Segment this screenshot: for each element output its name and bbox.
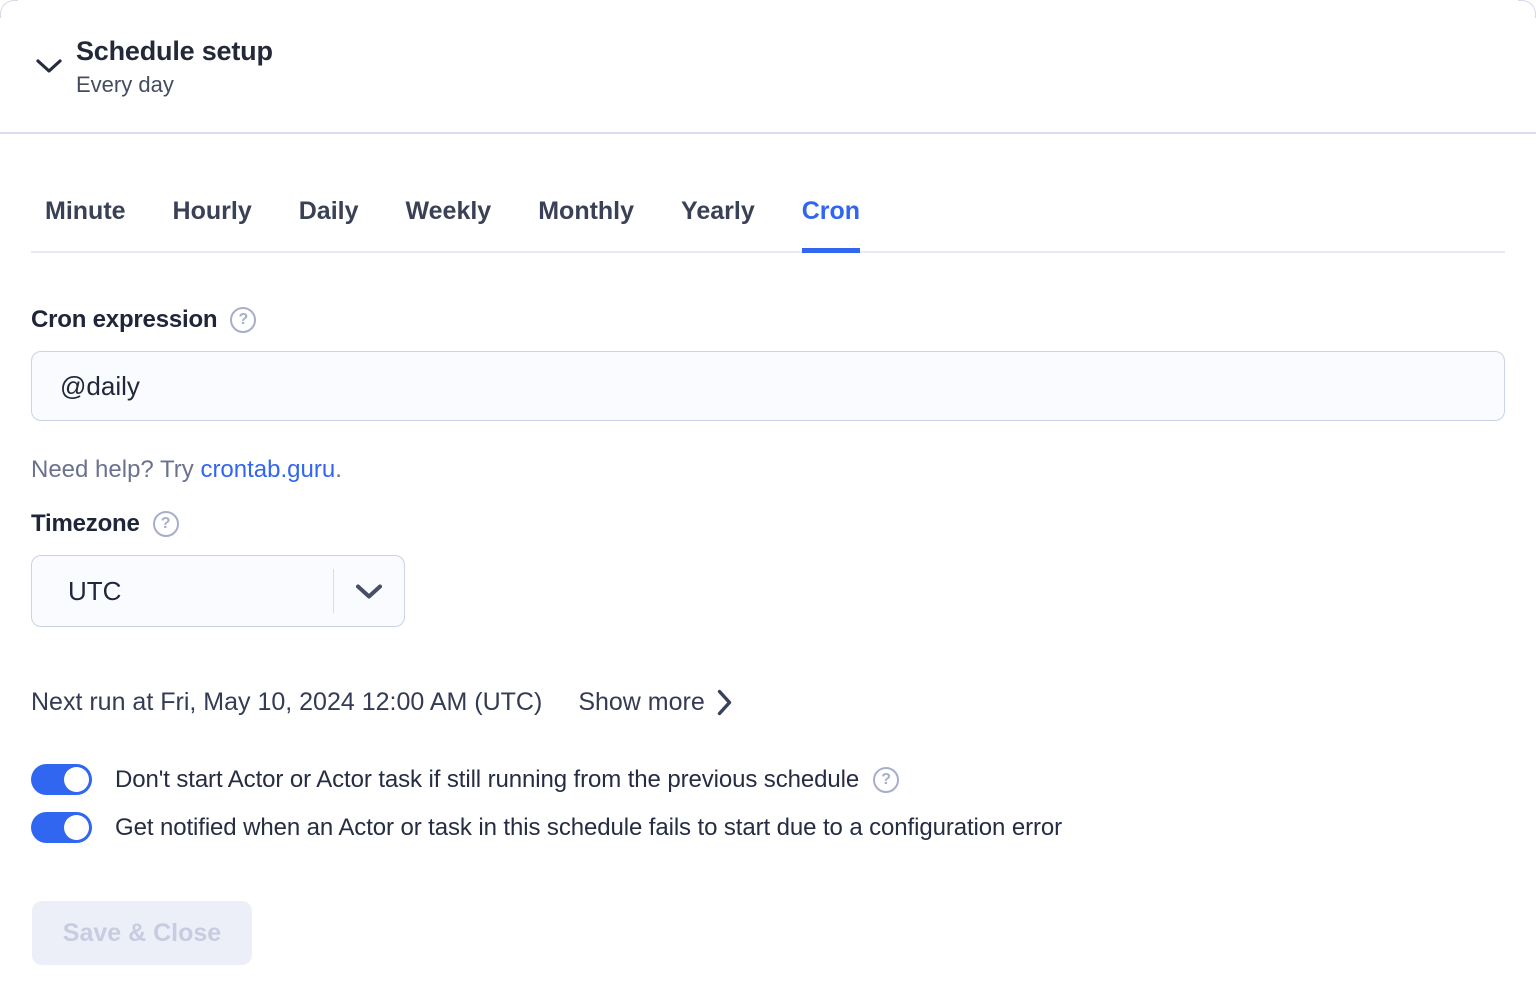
toggle-row-dont-start: Don't start Actor or Actor task if still… [31,764,1505,795]
notify-toggle-label: Get notified when an Actor or task in th… [115,812,1062,843]
toggle-options: Don't start Actor or Actor task if still… [31,764,1505,843]
timezone-select[interactable]: UTC [31,555,405,627]
dont-start-toggle[interactable] [31,764,92,795]
toggle-knob [64,767,89,792]
tab-minute[interactable]: Minute [45,196,126,253]
cron-help-text: Need help? Try crontab.guru. [31,455,1505,485]
page-subtitle: Every day [76,71,273,99]
cron-expression-label: Cron expression [31,305,217,335]
crontab-guru-link[interactable]: crontab.guru [200,456,335,483]
tab-hourly[interactable]: Hourly [173,196,252,253]
tab-daily[interactable]: Daily [299,196,359,253]
cron-expression-help-icon[interactable] [230,307,256,333]
save-close-button[interactable]: Save & Close [32,901,252,965]
show-more-label: Show more [578,688,704,717]
schedule-setup-body: Minute Hourly Daily Weekly Monthly Yearl… [0,196,1536,965]
toggle-row-notify: Get notified when an Actor or task in th… [31,812,1505,843]
tab-weekly[interactable]: Weekly [406,196,492,253]
collapse-chevron-down-icon[interactable] [32,49,66,83]
next-run-text: Next run at Fri, May 10, 2024 12:00 AM (… [31,687,542,717]
toggle-knob [64,815,89,840]
timezone-selected-value: UTC [32,576,333,607]
timezone-help-icon[interactable] [153,511,179,537]
chevron-right-icon [717,689,732,716]
schedule-type-tabs: Minute Hourly Daily Weekly Monthly Yearl… [31,196,1505,253]
tab-cron[interactable]: Cron [802,196,860,253]
cron-help-prefix: Need help? Try [31,456,200,483]
cron-expression-input[interactable] [31,351,1505,421]
tab-yearly[interactable]: Yearly [681,196,755,253]
notify-toggle[interactable] [31,812,92,843]
show-more-button[interactable]: Show more [578,688,731,717]
chevron-down-icon [334,584,404,599]
cron-help-suffix: . [335,456,342,483]
dont-start-help-icon[interactable] [873,767,899,793]
page-title: Schedule setup [76,34,273,68]
schedule-setup-header: Schedule setup Every day [0,0,1536,134]
dont-start-toggle-label: Don't start Actor or Actor task if still… [115,764,859,795]
timezone-label: Timezone [31,509,140,539]
tab-monthly[interactable]: Monthly [538,196,634,253]
